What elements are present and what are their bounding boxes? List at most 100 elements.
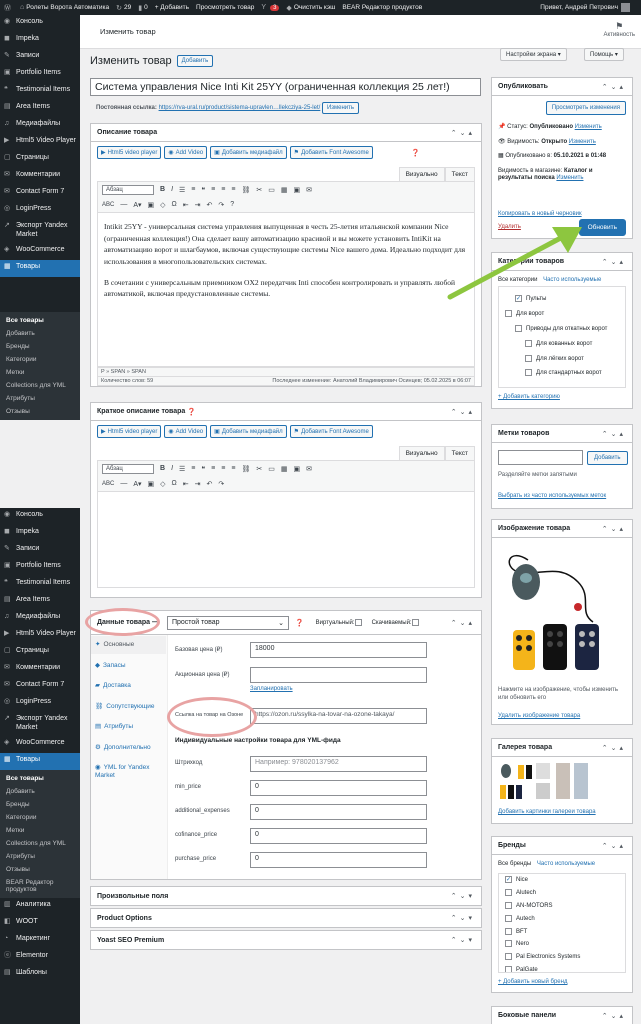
text-color-icon[interactable]: A▾: [133, 201, 141, 209]
menu-item-woocommerce[interactable]: ◈ WooCommerce: [0, 736, 80, 753]
outdent-icon[interactable]: ⇤: [183, 480, 189, 488]
brand-item[interactable]: PalGate: [499, 964, 625, 972]
redo-icon[interactable]: ↷: [218, 480, 224, 488]
image-icon[interactable]: ▣: [293, 186, 300, 194]
bullet-list-icon[interactable]: ☰: [179, 465, 185, 473]
permalink-url[interactable]: https://rva-ural.ru/product/sistema-upra…: [159, 105, 321, 111]
permalink-edit-button[interactable]: Изменить: [321, 102, 360, 114]
menu-item-impeka[interactable]: ◼ Impeka: [0, 32, 80, 49]
menu-item-консоль[interactable]: ◉ Консоль: [0, 508, 80, 525]
menu-item-elementor[interactable]: ⓔ Elementor: [0, 949, 80, 966]
toolbar-toggle-icon[interactable]: ▦: [281, 186, 288, 194]
brands-header[interactable]: Бренды ⌃⌄▴: [492, 837, 632, 855]
quote-icon[interactable]: ❝: [201, 186, 205, 194]
product-data-tab-3[interactable]: ▰ Доставка: [91, 677, 166, 695]
box-controls-icon[interactable]: ⌃⌄▴: [602, 430, 626, 438]
hr-icon[interactable]: —: [120, 480, 127, 487]
tab-most-used-brands[interactable]: Часто используемые: [537, 861, 595, 867]
undo-icon[interactable]: ↶: [207, 201, 213, 209]
outdent-icon[interactable]: ⇤: [183, 201, 189, 209]
menu-item-portfolio-items[interactable]: ▣ Portfolio Items: [0, 66, 80, 83]
menu-item-шаблоны[interactable]: ▤ Шаблоны: [0, 966, 80, 983]
paste-text-icon[interactable]: ▣: [148, 480, 155, 488]
submenu-item-категории[interactable]: Категории: [0, 811, 80, 824]
virtual-checkbox-label[interactable]: Виртуальный:: [316, 618, 366, 626]
activity-panel[interactable]: ⚑ Активность: [603, 21, 635, 38]
media-button-4[interactable]: ⚑ Добавить Font Awesome: [289, 146, 373, 159]
menu-item-консоль[interactable]: ◉ Консоль: [0, 15, 80, 32]
omega-icon[interactable]: Ω: [172, 201, 177, 208]
toolbar-toggle-icon[interactable]: ▦: [281, 465, 288, 473]
bold-icon[interactable]: B: [160, 465, 165, 472]
category-item[interactable]: Для ворот: [499, 307, 625, 322]
menu-item-portfolio-items[interactable]: ▣ Portfolio Items: [0, 559, 80, 576]
product-image-header[interactable]: Изображение товара ⌃⌄▴: [492, 520, 632, 538]
site-name-link[interactable]: ⌂ Ролеты Ворота Автоматика: [20, 4, 109, 11]
short-description-header[interactable]: Краткое описание товара ❓ ⌃⌄▴: [91, 403, 481, 421]
collapsed-box-2[interactable]: Product Options ⌃⌄▾: [90, 908, 482, 928]
submenu-item-метки[interactable]: Метки: [0, 824, 80, 837]
tab-visual[interactable]: Визуально: [398, 167, 445, 181]
undo-icon[interactable]: ↶: [207, 480, 213, 488]
align-left-icon[interactable]: ≡: [211, 186, 215, 193]
menu-item-товары[interactable]: ▦ Товары: [0, 752, 80, 770]
media-button-2[interactable]: ◉ Add Video: [164, 146, 208, 159]
numbered-list-icon[interactable]: ≡: [191, 465, 195, 472]
menu-item-экспорт-yandex-market[interactable]: ↗ Экспорт Yandex Market: [0, 219, 80, 243]
category-checkbox[interactable]: [525, 354, 532, 362]
box-controls-icon[interactable]: ⌃⌄▴: [602, 83, 626, 91]
submenu-item-метки[interactable]: Метки: [0, 366, 80, 379]
menu-item-комментарии[interactable]: ✉ Комментарии: [0, 661, 80, 678]
tags-header[interactable]: Метки товаров ⌃⌄▴: [492, 425, 632, 443]
menu-item-woocommerce[interactable]: ◈ WooCommerce: [0, 243, 80, 260]
redo-icon[interactable]: ↷: [218, 201, 224, 209]
help-shortcut-icon[interactable]: ?: [230, 201, 234, 208]
media-button-3[interactable]: ▣ Добавить медиафайл: [210, 425, 287, 438]
bear-editor-link[interactable]: BEAR Редактор продуктов: [342, 4, 422, 11]
brand-checkbox[interactable]: [505, 914, 512, 922]
submenu-item-бренды[interactable]: Бренды: [0, 798, 80, 811]
menu-item-аналитика[interactable]: ▥ Аналитика: [0, 898, 80, 915]
strikethrough-icon[interactable]: ABC: [102, 202, 114, 208]
menu-item-testimonial-items[interactable]: ❝ Testimonial Items: [0, 83, 80, 100]
align-right-icon[interactable]: ≡: [231, 186, 235, 193]
link-icon[interactable]: ⛓: [241, 186, 250, 194]
box-controls-icon[interactable]: ⌃⌄▴: [602, 842, 626, 850]
menu-item-woot[interactable]: ◧ WOOT: [0, 915, 80, 932]
menu-item-товары[interactable]: ▦ Товары: [0, 259, 80, 277]
product-data-tab-5[interactable]: ▤ Атрибуты: [91, 718, 166, 736]
numbered-list-icon[interactable]: ≡: [191, 186, 195, 193]
collapsed-box-header[interactable]: Произвольные поля ⌃⌄▾: [91, 887, 481, 905]
tab-visual[interactable]: Визуально: [398, 446, 445, 460]
submenu-item-все-товары[interactable]: Все товары: [0, 314, 80, 327]
menu-item-loginpress[interactable]: ◎ LoginPress: [0, 202, 80, 219]
menu-item-медиафайлы[interactable]: ♫ Медиафайлы: [0, 117, 80, 134]
align-center-icon[interactable]: ≡: [221, 186, 225, 193]
submenu-item-атрибуты[interactable]: Атрибуты: [0, 392, 80, 405]
add-new-product-button[interactable]: Добавить: [176, 55, 214, 67]
status-edit-link[interactable]: Изменить: [575, 124, 602, 130]
media-button-1[interactable]: ▶ Html5 video player: [97, 146, 162, 159]
envelope-icon[interactable]: ✉: [306, 465, 312, 473]
submenu-item-добавить[interactable]: Добавить: [0, 785, 80, 798]
menu-item-testimonial-items[interactable]: ❝ Testimonial Items: [0, 576, 80, 593]
visibility-edit-link[interactable]: Изменить: [569, 139, 596, 145]
media-button-2[interactable]: ◉ Add Video: [164, 425, 208, 438]
description-header[interactable]: Описание товара ⌃⌄▴: [91, 124, 481, 142]
submenu-item-collections-для-yml[interactable]: Collections для YML: [0, 379, 80, 392]
brand-checkbox[interactable]: [505, 888, 512, 896]
product-data-tab-6[interactable]: ⚙ Дополнительно: [91, 739, 166, 757]
omega-icon[interactable]: Ω: [172, 480, 177, 487]
menu-item-страницы[interactable]: ▢ Страницы: [0, 644, 80, 661]
submenu-item-категории[interactable]: Категории: [0, 353, 80, 366]
add-new-link[interactable]: + Добавить: [155, 4, 189, 11]
box-controls-icon[interactable]: ⌃⌄▾: [451, 914, 475, 922]
menu-item-html5-video-player[interactable]: ▶ Html5 Video Player: [0, 627, 80, 644]
submenu-item-бренды[interactable]: Бренды: [0, 340, 80, 353]
product-title-input[interactable]: Система управления Nice Inti Kit 25YY (о…: [90, 78, 481, 96]
link-icon[interactable]: ⛓: [241, 465, 250, 473]
downloadable-checkbox-label[interactable]: Скачиваемый:: [372, 618, 423, 626]
brand-checkbox[interactable]: [505, 953, 512, 961]
menu-item-area-items[interactable]: ▤ Area Items: [0, 100, 80, 117]
preview-changes-button[interactable]: Просмотреть изменения: [545, 101, 626, 115]
